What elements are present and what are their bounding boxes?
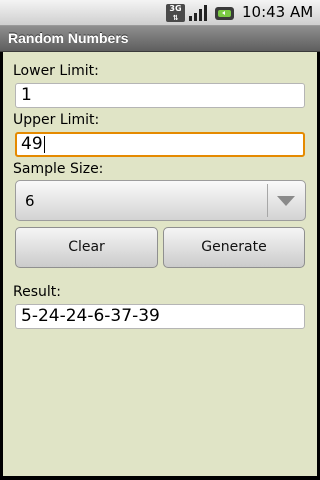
dropdown-arrow-icon[interactable] bbox=[276, 195, 296, 207]
clear-button[interactable]: Clear bbox=[15, 227, 158, 268]
result-value: 5-24-24-6-37-39 bbox=[21, 306, 160, 326]
sample-size-spinner[interactable]: 6 bbox=[15, 180, 306, 221]
lower-limit-label: Lower Limit: bbox=[13, 63, 99, 79]
sample-size-label: Sample Size: bbox=[13, 161, 104, 177]
upper-limit-input[interactable]: 49 bbox=[15, 132, 305, 157]
3g-data-icon: 3G ⇅ bbox=[166, 4, 185, 22]
clock: 10:43 AM bbox=[242, 3, 314, 21]
battery-icon bbox=[215, 7, 234, 20]
generate-button[interactable]: Generate bbox=[163, 227, 305, 268]
lower-limit-value: 1 bbox=[21, 85, 32, 105]
lower-limit-input[interactable]: 1 bbox=[15, 83, 305, 108]
network-type: 3G bbox=[169, 4, 182, 13]
main-content: Lower Limit: 1 Upper Limit: 49 Sample Si… bbox=[3, 52, 317, 476]
result-label: Result: bbox=[13, 284, 61, 300]
upper-limit-value: 49 bbox=[21, 134, 43, 154]
sample-size-value: 6 bbox=[25, 192, 35, 210]
text-caret bbox=[43, 135, 45, 153]
upper-limit-label: Upper Limit: bbox=[13, 112, 100, 128]
signal-icon bbox=[189, 5, 207, 21]
app-title: Random Numbers bbox=[8, 30, 129, 46]
result-field[interactable]: 5-24-24-6-37-39 bbox=[15, 304, 305, 329]
spinner-divider bbox=[267, 184, 268, 217]
title-bar: Random Numbers bbox=[0, 26, 320, 52]
status-bar: 3G ⇅ 10:43 AM bbox=[0, 0, 320, 26]
